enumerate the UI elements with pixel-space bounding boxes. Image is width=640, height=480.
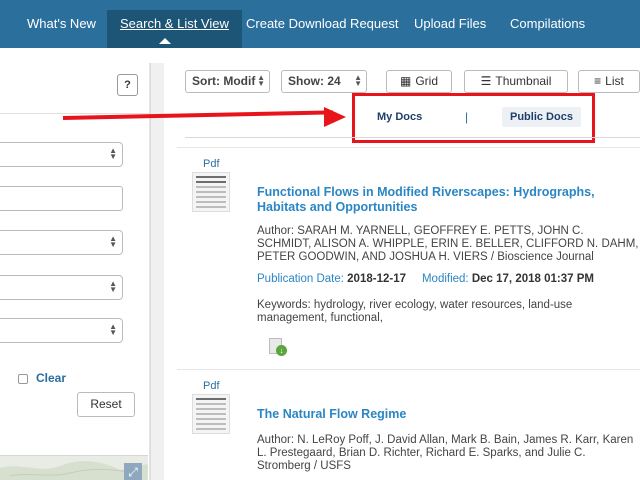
grid-view-button[interactable]: ▦ Grid <box>386 70 452 93</box>
updown-icon: ▲ ▼ <box>257 73 265 88</box>
document-author: Author: N. LeRoy Poff, J. David Allan, M… <box>257 434 634 472</box>
grid-icon: ▦ <box>399 74 412 88</box>
filter-select-2[interactable]: ▲ ▼ <box>0 230 123 255</box>
updown-icon: ▲ ▼ <box>109 322 117 337</box>
filter-text-input[interactable] <box>0 186 123 211</box>
nav-create-download-request[interactable]: Create Download Request <box>246 10 398 48</box>
result-card: Pdf Functional Flows in Modified Riversc… <box>177 147 640 369</box>
list-icon: ≡ <box>594 74 602 88</box>
document-keywords: Keywords: hydrology, river ecology, wate… <box>257 299 573 324</box>
expand-map-icon[interactable]: ⤢ <box>124 463 142 480</box>
document-title-link[interactable]: Functional Flows in Modified Riverscapes… <box>257 185 627 215</box>
list-view-label: List <box>605 74 624 88</box>
reset-button[interactable]: Reset <box>77 392 135 417</box>
document-author: Author: SARAH M. YARNELL, GEOFFREY E. PE… <box>257 225 639 263</box>
show-count-select[interactable]: Show: 24 ▲ ▼ <box>281 70 367 93</box>
help-button[interactable]: ? <box>117 74 138 96</box>
show-count-label: Show: 24 <box>288 74 341 88</box>
clear-checkbox[interactable] <box>18 374 28 384</box>
thumbnail-view-button[interactable]: ☰ Thumbnail <box>464 70 568 93</box>
map-preview[interactable]: ⤢ <box>0 455 148 480</box>
download-icon[interactable]: ↓ <box>269 338 287 356</box>
annotation-highlight-box <box>352 93 595 143</box>
modified-date-label: Modified: <box>421 273 469 285</box>
document-title-link[interactable]: The Natural Flow Regime <box>257 407 627 422</box>
modified-date-value: Dec 17, 2018 01:37 PM <box>471 273 594 285</box>
document-dates: Publication Date: 2018-12-17 Modified: D… <box>257 273 594 285</box>
document-thumbnail[interactable] <box>192 172 230 212</box>
filter-select-1[interactable]: ▲ ▼ <box>0 142 123 167</box>
document-thumbnail[interactable] <box>192 394 230 434</box>
active-tab-caret-icon <box>159 38 171 44</box>
filter-panel <box>0 63 150 480</box>
updown-icon: ▲ ▼ <box>109 146 117 161</box>
sort-select[interactable]: Sort: Modif ▲ ▼ <box>185 70 270 93</box>
filter-panel-scrollbar[interactable] <box>150 63 164 480</box>
nav-search-list-view[interactable]: Search & List View <box>107 10 242 48</box>
grid-view-label: Grid <box>415 74 438 88</box>
list-view-button[interactable]: ≡ List <box>578 70 640 93</box>
publication-date-label: Publication Date: <box>257 273 344 285</box>
nav-upload-files[interactable]: Upload Files <box>414 10 486 48</box>
results-divider <box>185 137 640 138</box>
top-nav-bar: What's New Search & List View Create Dow… <box>0 0 640 48</box>
file-type-label: Pdf <box>203 158 220 170</box>
updown-icon: ▲ ▼ <box>354 73 362 88</box>
filter-select-3[interactable]: ▲ ▼ <box>0 275 123 300</box>
result-card: Pdf The Natural Flow Regime Author: N. L… <box>177 369 640 480</box>
clear-link[interactable]: Clear <box>36 371 66 385</box>
nav-whats-new[interactable]: What's New <box>27 10 96 48</box>
sort-select-label: Sort: Modif <box>192 74 256 88</box>
updown-icon: ▲ ▼ <box>109 279 117 294</box>
thumbnail-view-label: Thumbnail <box>495 74 552 88</box>
thumbnail-icon: ☰ <box>480 74 492 88</box>
updown-icon: ▲ ▼ <box>109 234 117 249</box>
nav-compilations[interactable]: Compilations <box>510 10 585 48</box>
file-type-label: Pdf <box>203 380 220 392</box>
filter-select-4[interactable]: ▲ ▼ <box>0 318 123 343</box>
annotation-arrow-head-icon <box>324 107 346 127</box>
publication-date-value: 2018-12-17 <box>347 273 406 285</box>
